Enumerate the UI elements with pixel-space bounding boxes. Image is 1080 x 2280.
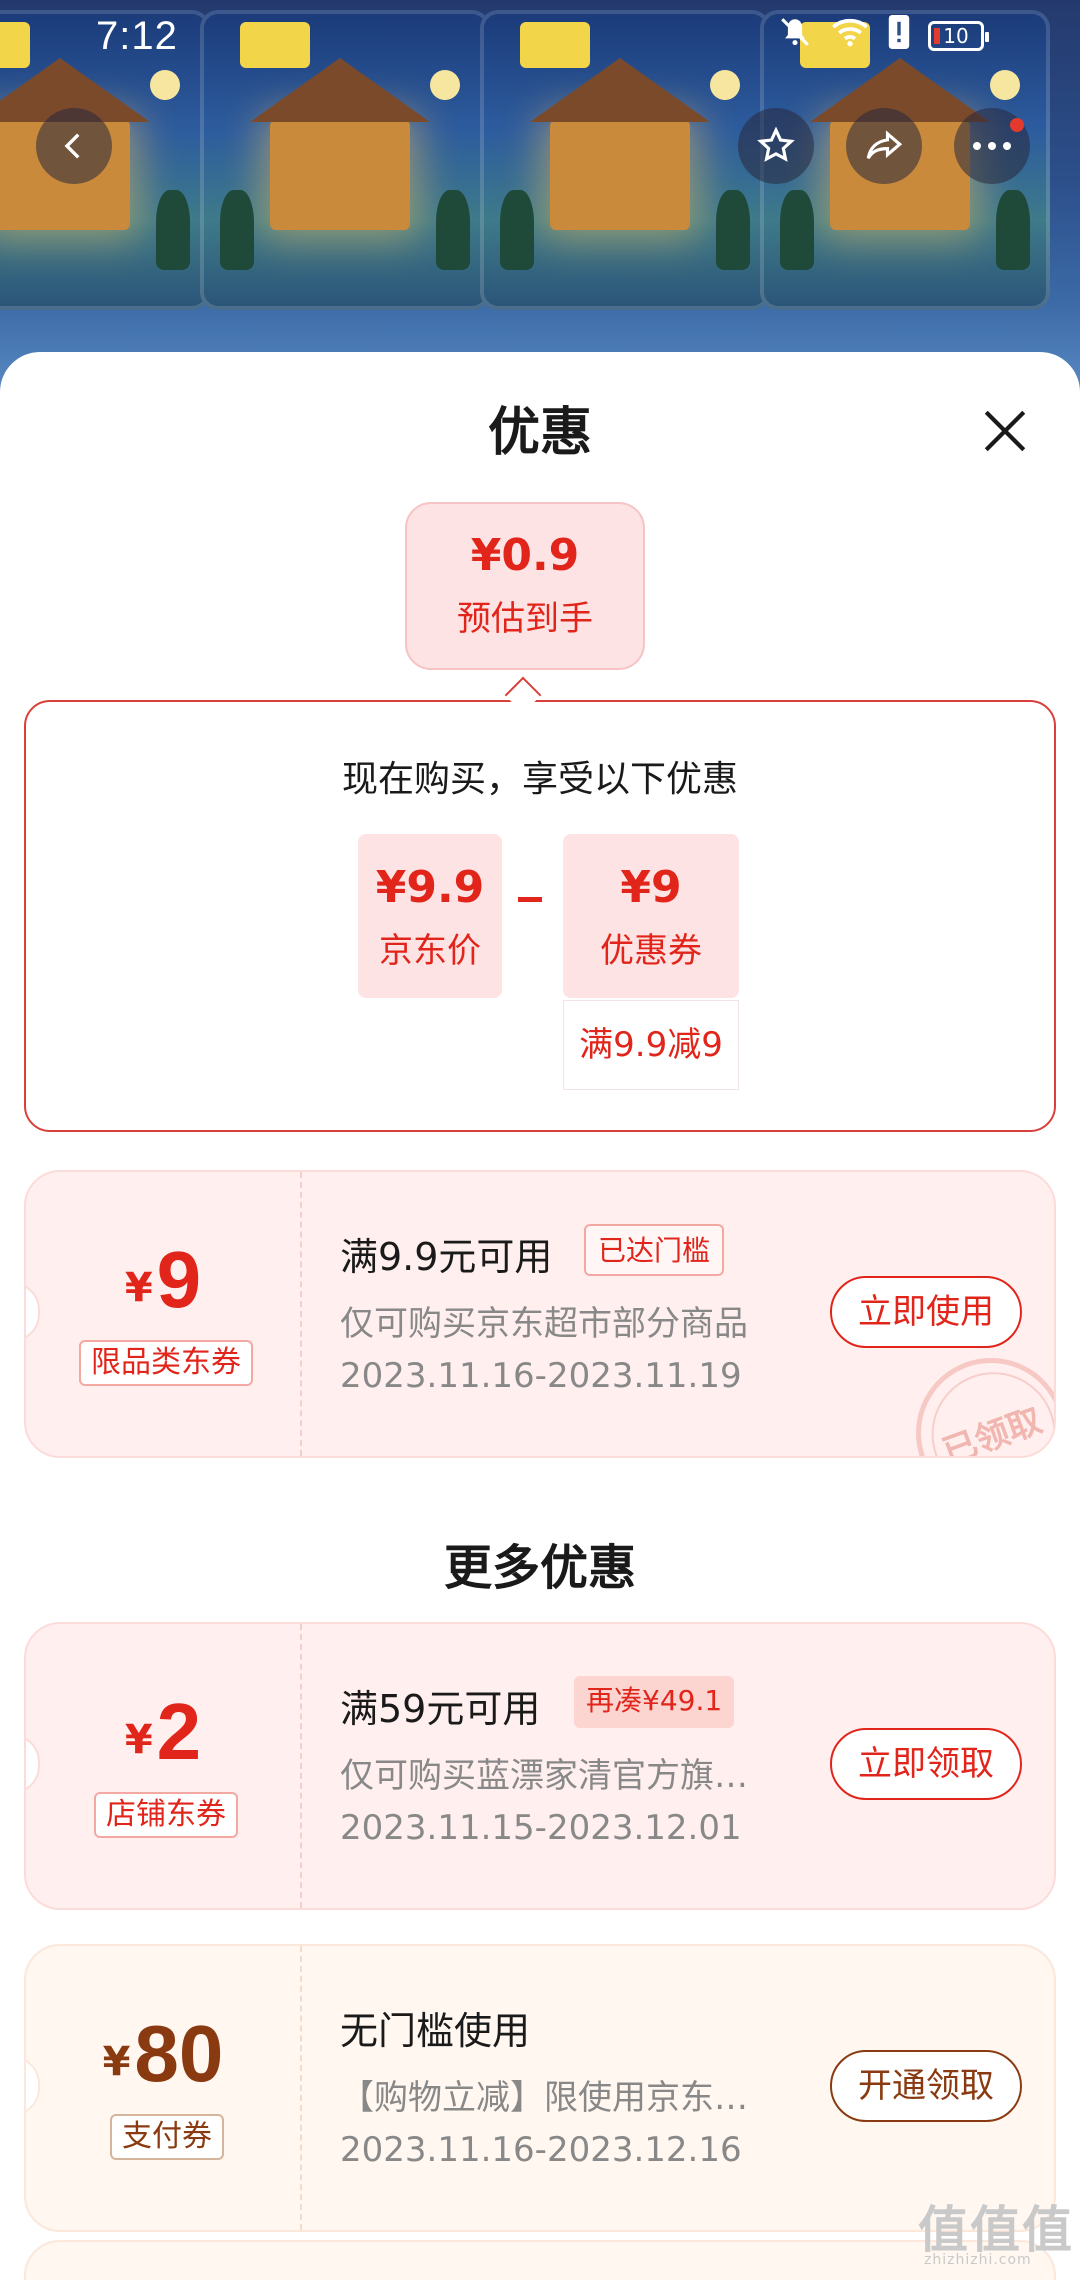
sheet-title: 优惠 — [487, 403, 592, 463]
alert-icon — [888, 14, 910, 58]
coupon-date: 2023.11.16-2023.11.19 — [340, 1356, 742, 1396]
benefit-title: 现在购买，享受以下优惠 — [341, 759, 738, 800]
coupon-discount-label: 优惠券 — [600, 931, 702, 971]
coupon-amount: ¥80 — [26, 2008, 300, 2100]
coupon-description: 【购物立减】限使用京东… — [340, 2078, 748, 2118]
notification-dot — [1010, 118, 1024, 132]
battery-level: 10 — [943, 24, 969, 48]
coupon-card: ¥2 店铺东券 满59元可用 再凑¥49.1 仅可购买蓝漂家清官方旗… 2023… — [24, 1622, 1056, 1910]
coupon-condition: 无门槛使用 — [340, 2009, 531, 2053]
estimated-price: ¥0.9 — [470, 530, 580, 581]
coupon-type-tag: 限品类东券 — [79, 1340, 253, 1386]
next-coupon-card-peek — [24, 2240, 1056, 2280]
coupon-value: 2 — [156, 1687, 202, 1776]
coupon-description: 仅可购买蓝漂家清官方旗… — [340, 1756, 748, 1796]
jd-price-amount: ¥9.9 — [375, 862, 485, 913]
coupon-card: ¥9 限品类东券 满9.9元可用 已达门槛 仅可购买京东超市部分商品 2023.… — [24, 1170, 1056, 1458]
bell-off-icon — [778, 14, 812, 58]
more-offers-title: 更多优惠 — [443, 1540, 636, 1596]
shortfall-badge: 再凑¥49.1 — [574, 1676, 735, 1728]
close-button[interactable] — [970, 396, 1040, 466]
watermark-url: zhizhizhi.com — [924, 2252, 1032, 2268]
coupon-type-tag: 店铺东券 — [94, 1792, 238, 1838]
more-button[interactable] — [954, 108, 1030, 184]
status-icons: 10 — [778, 14, 989, 58]
coupon-card: ¥80 支付券 无门槛使用 【购物立减】限使用京东… 2023.11.16-20… — [24, 1944, 1056, 2232]
coupon-page: 7:12 10 优惠 ¥0.9 预估到手 现在购买，享受以下优惠 ¥9.9 京东… — [0, 0, 1080, 2280]
coupon-date: 2023.11.15-2023.12.01 — [340, 1808, 742, 1848]
star-icon — [757, 126, 795, 162]
status-time: 7:12 — [96, 13, 178, 58]
coupon-value: 9 — [156, 1235, 202, 1324]
use-now-button[interactable]: 立即使用 — [830, 1276, 1022, 1348]
minus-sign — [518, 897, 542, 902]
coupon-condition: 满9.9元可用 — [340, 1235, 553, 1279]
coupon-type-tag: 支付券 — [110, 2114, 224, 2160]
wifi-icon — [830, 14, 870, 58]
claimed-stamp-text: 已领取 — [937, 1400, 1047, 1458]
back-button[interactable] — [36, 108, 112, 184]
more-icon — [973, 142, 1011, 150]
claim-now-button[interactable]: 立即领取 — [830, 1728, 1022, 1800]
coupon-discount-amount: ¥9 — [620, 862, 682, 913]
close-icon — [984, 410, 1026, 452]
favorite-button[interactable] — [738, 108, 814, 184]
share-button[interactable] — [846, 108, 922, 184]
threshold-badge: 已达门槛 — [584, 1224, 725, 1276]
activate-claim-button[interactable]: 开通领取 — [830, 2050, 1022, 2122]
coupon-yen: ¥ — [124, 1717, 153, 1763]
coupon-amount: ¥9 — [26, 1234, 300, 1326]
jd-price-label: 京东价 — [379, 931, 481, 971]
coupon-amount: ¥2 — [26, 1686, 300, 1778]
claimed-stamp: 已领取 — [894, 1336, 1054, 1458]
coupon-description: 仅可购买京东超市部分商品 — [340, 1304, 748, 1344]
coupon-yen: ¥ — [102, 2039, 131, 2085]
chevron-left-icon — [64, 133, 80, 159]
status-bar: 7:12 10 — [0, 0, 1080, 72]
estimated-price-label: 预估到手 — [457, 599, 593, 639]
coupon-discount-card: ¥9 优惠券 — [563, 834, 739, 998]
coupon-yen: ¥ — [124, 1265, 153, 1311]
coupon-date: 2023.11.16-2023.12.16 — [340, 2130, 742, 2170]
benefit-breakdown: 现在购买，享受以下优惠 ¥9.9 京东价 ¥9 优惠券 满9.9减9 — [24, 700, 1056, 1132]
estimated-price-pill: ¥0.9 预估到手 — [405, 502, 645, 670]
share-icon — [866, 130, 903, 160]
jd-price-card: ¥9.9 京东价 — [358, 834, 502, 998]
coupon-value: 80 — [134, 2009, 224, 2098]
coupon-discount-rule: 满9.9减9 — [563, 1000, 739, 1090]
battery-icon: 10 — [928, 21, 989, 51]
coupon-condition: 满59元可用 — [340, 1687, 541, 1731]
